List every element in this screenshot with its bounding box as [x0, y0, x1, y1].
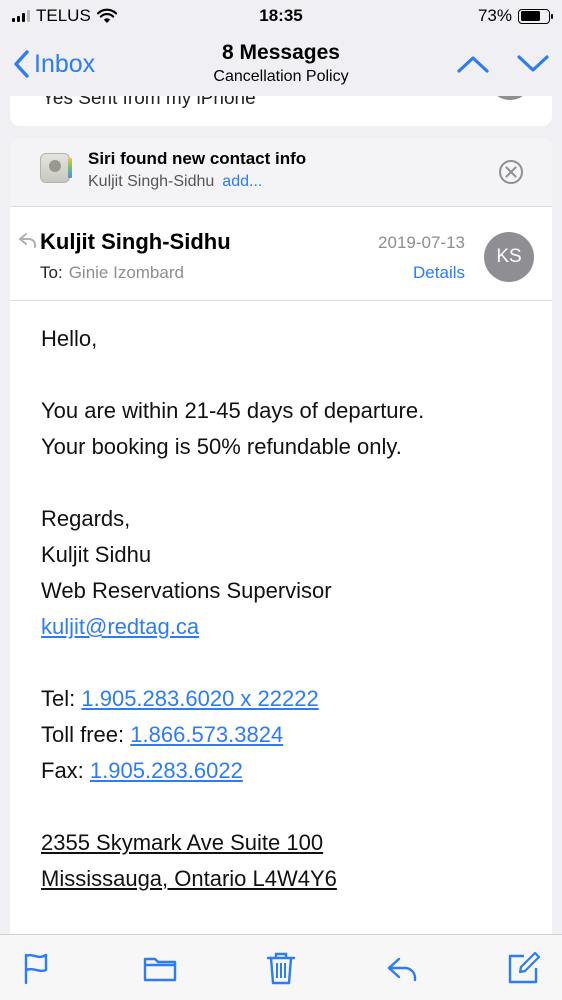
battery-percent: 73% — [477, 6, 512, 25]
body-line-2: Your booking is 50% refundable only. — [41, 434, 402, 459]
reply-icon[interactable] — [385, 950, 421, 986]
recipient-name[interactable]: Ginie Izombard — [69, 263, 184, 282]
siri-suggestion-banner: Siri found new contact info Kuljit Singh… — [10, 138, 552, 207]
status-bar: TELUS 18:35 73% — [0, 0, 562, 32]
signature-title: Web Reservations Supervisor — [41, 578, 332, 603]
status-left: TELUS — [12, 6, 117, 26]
siri-text: Siri found new contact info Kuljit Singh… — [88, 148, 306, 194]
avatar[interactable]: KS — [484, 232, 534, 282]
siri-add-link[interactable]: add... — [222, 173, 262, 190]
battery-fill — [520, 11, 541, 21]
tollfree-line: Toll free: 1.866.573.3824 — [41, 717, 552, 753]
tollfree-link[interactable]: 1.866.573.3824 — [130, 722, 283, 747]
fax-label: Fax: — [41, 758, 84, 783]
regards: Regards, — [41, 506, 131, 531]
siri-subline: Kuljit Singh-Sidhu add... — [88, 170, 306, 194]
bottom-toolbar — [0, 934, 562, 1000]
back-button[interactable]: Inbox — [12, 49, 95, 79]
nav-arrows — [456, 54, 550, 74]
body-line-1: You are within 21-45 days of departure. — [41, 398, 425, 423]
nav-bar: Inbox 8 Messages Cancellation Policy — [0, 32, 562, 96]
back-label: Inbox — [34, 49, 96, 78]
previous-avatar — [488, 96, 532, 100]
greeting: Hello, — [41, 326, 98, 351]
compose-icon[interactable] — [506, 950, 542, 986]
battery-icon — [518, 8, 553, 24]
contact-paragraph: Tel: 1.905.283.6020 x 22222 Toll free: 1… — [41, 681, 552, 789]
fax-line: Fax: 1.905.283.6022 — [41, 753, 552, 789]
siri-title: Siri found new contact info — [88, 149, 307, 168]
content-paragraph: You are within 21-45 days of departure. … — [41, 393, 552, 465]
contacts-icon — [40, 153, 72, 183]
signature-name: Kuljit Sidhu — [41, 542, 152, 567]
tel-line: Tel: 1.905.283.6020 x 22222 — [41, 681, 552, 717]
to-line: To: Ginie Izombard — [40, 263, 184, 283]
chevron-up-icon[interactable] — [456, 54, 490, 74]
chevron-left-icon — [14, 50, 29, 78]
previous-message-card[interactable]: Yes Sent from my iPhone — [10, 96, 552, 126]
replied-icon — [19, 233, 36, 248]
folder-icon[interactable] — [142, 950, 178, 986]
email-link[interactable]: kuljit@redtag.ca — [41, 614, 199, 639]
message-header: Kuljit Singh-Sidhu To: Ginie Izombard 201… — [10, 207, 552, 301]
address-line-1[interactable]: 2355 Skymark Ave Suite 100 — [41, 830, 323, 855]
greeting-paragraph: Hello, — [41, 321, 552, 357]
message-date: 2019-07-13 — [378, 233, 465, 252]
address-paragraph: 2355 Skymark Ave Suite 100 Mississauga, … — [41, 825, 552, 897]
chevron-down-icon[interactable] — [516, 54, 550, 74]
siri-contact-name: Kuljit Singh-Sidhu — [88, 173, 215, 190]
to-label: To: — [40, 263, 63, 282]
fax-link[interactable]: 1.905.283.6022 — [90, 758, 243, 783]
wifi-icon — [96, 8, 117, 23]
trash-icon[interactable] — [263, 950, 299, 986]
sender-name: Kuljit Singh-Sidhu — [40, 229, 231, 254]
signal-icon — [12, 10, 30, 22]
message-card: Siri found new contact info Kuljit Singh… — [10, 138, 552, 938]
tel-link[interactable]: 1.905.283.6020 x 22222 — [81, 686, 318, 711]
flag-icon[interactable] — [20, 950, 56, 986]
status-right: 73% — [477, 6, 553, 26]
details-button[interactable]: Details — [413, 263, 465, 283]
close-icon[interactable] — [498, 159, 524, 185]
address-line-2[interactable]: Mississauga, Ontario L4W4Y6 — [41, 866, 337, 891]
signature-paragraph: Regards, Kuljit Sidhu Web Reservations S… — [41, 501, 552, 645]
message-body: Hello, You are within 21-45 days of depa… — [10, 301, 552, 897]
tollfree-label: Toll free: — [41, 722, 125, 747]
carrier-label: TELUS — [36, 6, 91, 25]
tel-label: Tel: — [41, 686, 76, 711]
previous-message-snippet: Yes Sent from my iPhone — [42, 96, 256, 109]
